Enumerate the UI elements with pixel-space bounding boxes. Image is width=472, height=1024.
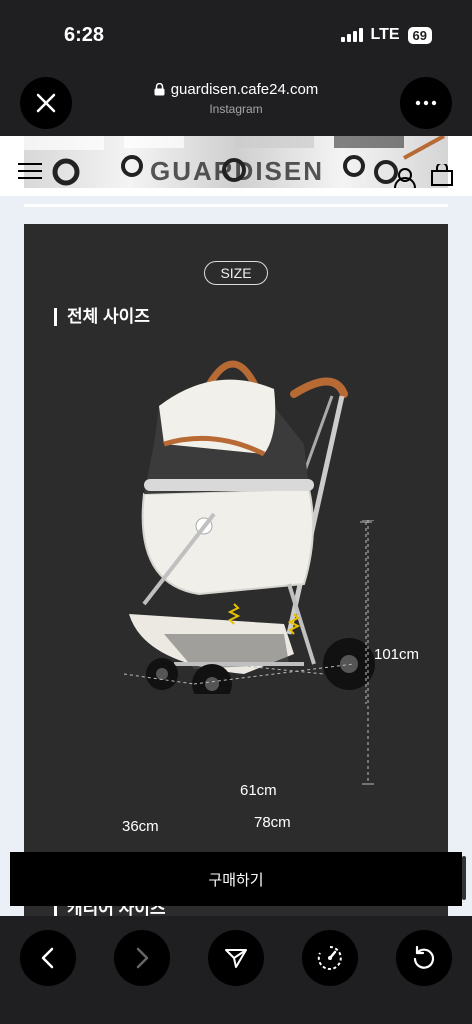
site-banner: GUARDISEN — [0, 136, 472, 196]
forward-arrow-icon — [136, 947, 149, 969]
wheelbase-dimension: 61cm — [240, 782, 277, 799]
status-bar: 6:28 LTE 69 — [0, 0, 472, 70]
size-badge: SIZE — [204, 261, 268, 285]
length-dimension: 78cm — [254, 814, 291, 831]
status-indicators: LTE 69 — [340, 26, 432, 44]
forward-button[interactable] — [114, 930, 170, 986]
scrollbar[interactable] — [462, 856, 466, 900]
reload-icon — [413, 945, 435, 969]
height-dimension: 101cm — [374, 646, 420, 663]
url-text: guardisen.cafe24.com — [170, 81, 319, 98]
web-page: GUARDISEN SIZE 전체 사이즈 101cm 61cm 78cm 36… — [0, 136, 472, 916]
user-icon[interactable] — [394, 168, 416, 188]
browser-header: guardisen.cafe24.com Instagram — [0, 70, 472, 136]
share-button[interactable] — [208, 930, 264, 986]
more-icon — [415, 100, 437, 106]
divider — [24, 204, 448, 207]
height-guide — [362, 520, 374, 785]
browser-toolbar — [0, 916, 472, 1024]
send-icon — [225, 949, 247, 968]
more-button[interactable] — [400, 77, 452, 129]
address-bar[interactable]: guardisen.cafe24.com Instagram — [120, 81, 352, 116]
total-size-title: 전체 사이즈 — [54, 308, 150, 326]
back-button[interactable] — [20, 930, 76, 986]
width-dimension: 36cm — [122, 818, 159, 835]
close-button[interactable] — [20, 77, 72, 129]
purchase-button[interactable]: 구매하기 — [10, 852, 462, 906]
speed-button[interactable] — [302, 930, 358, 986]
shopping-bag-icon[interactable] — [430, 164, 454, 186]
network-label: LTE — [370, 26, 400, 43]
size-detail-panel: SIZE 전체 사이즈 101cm 61cm 78cm 36cm 캐리어 사이즈 — [24, 224, 448, 916]
speed-gauge-icon — [317, 946, 342, 970]
source-label: Instagram — [209, 102, 263, 116]
status-time: 6:28 — [64, 24, 105, 46]
back-arrow-icon — [41, 947, 54, 969]
reload-button[interactable] — [396, 930, 452, 986]
dimension-lines — [123, 521, 372, 704]
signal-icon — [340, 28, 363, 42]
lock-icon — [154, 83, 165, 96]
battery-icon: 69 — [407, 26, 432, 44]
close-icon — [36, 93, 56, 113]
menu-icon[interactable] — [18, 162, 42, 180]
brand-logo: GUARDISEN — [150, 156, 325, 186]
